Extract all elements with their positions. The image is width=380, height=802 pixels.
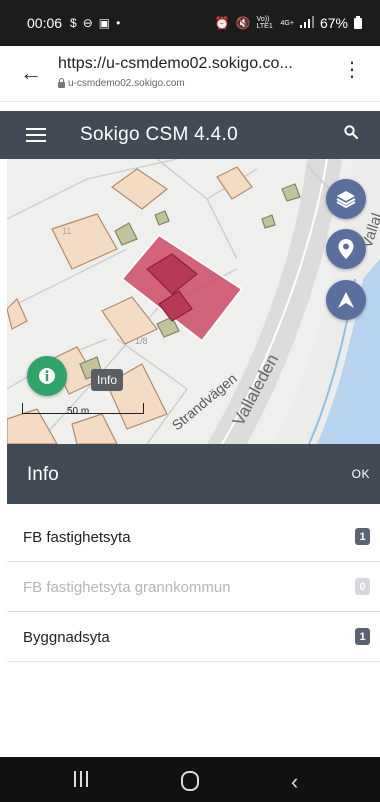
location-button[interactable] <box>326 229 366 269</box>
list-item-label: FB fastighetsyta grannkommun <box>23 579 231 596</box>
volte-icon: Vo)) LTE1 <box>256 16 273 30</box>
battery-icon <box>354 15 362 29</box>
building-3 <box>51 213 118 270</box>
scale-label: 50 m <box>67 406 90 417</box>
outbuilding-2 <box>154 210 170 226</box>
outbuilding-5 <box>281 183 301 202</box>
info-panel-title: Info <box>27 464 59 485</box>
map-pin-icon <box>338 239 354 259</box>
list-item-fb-fastighetsyta-grannkommun: FB fastighetsyta grannkommun 0 <box>7 562 380 612</box>
recent-apps-icon[interactable] <box>74 771 88 787</box>
back-icon[interactable]: ‹ <box>291 769 298 795</box>
browser-menu-icon[interactable]: ⋮ <box>342 60 362 80</box>
info-list: FB fastighetsyta 1 FB fastighetsyta gran… <box>7 512 380 662</box>
outbuilding-1 <box>114 222 138 246</box>
list-item-label: FB fastighetsyta <box>23 529 131 546</box>
url-text[interactable]: https://u-csmdemo02.sokigo.co... <box>58 55 293 73</box>
domain-text: u-csmdemo02.sokigo.com <box>68 78 185 89</box>
layers-button[interactable] <box>326 179 366 219</box>
info-icon <box>39 368 55 384</box>
building-4 <box>7 297 28 330</box>
list-item-fb-fastighetsyta[interactable]: FB fastighetsyta 1 <box>7 512 380 562</box>
layers-icon <box>336 191 356 209</box>
lock-icon <box>58 77 65 88</box>
dot-icon: • <box>116 16 121 30</box>
mute-icon: 🔇 <box>235 16 251 30</box>
status-bar: 00:06 $ ⊖ ▣ • ⏰ 🔇 Vo)) LTE1 4G+ 67% <box>0 0 380 46</box>
map-view[interactable]: Strandvägen Vallaleden Vallal 1/8 11 Inf… <box>7 159 380 444</box>
building-5 <box>101 296 158 345</box>
building-2 <box>216 166 253 200</box>
dollar-icon: $ <box>70 16 77 30</box>
count-badge: 0 <box>355 578 370 595</box>
building-1 <box>110 168 169 210</box>
list-item-byggnadsyta[interactable]: Byggnadsyta 1 <box>7 612 380 662</box>
system-navigation-bar: ‹ <box>0 757 380 802</box>
status-right-icons: ⏰ 🔇 Vo)) LTE1 4G+ 67% <box>215 15 362 31</box>
battery-percent: 67% <box>319 15 348 31</box>
hamburger-menu-icon[interactable] <box>26 128 46 142</box>
list-item-label: Byggnadsyta <box>23 629 110 646</box>
count-badge: 1 <box>355 528 370 545</box>
building-8 <box>7 408 58 444</box>
alarm-icon: ⏰ <box>214 16 230 30</box>
search-icon[interactable] <box>344 125 358 139</box>
domain-row: u-csmdemo02.sokigo.com <box>58 77 185 89</box>
app-title: Sokigo CSM 4.4.0 <box>80 124 238 145</box>
4g-icon: 4G+ <box>280 19 294 27</box>
app-header: Sokigo CSM 4.4.0 <box>0 111 380 159</box>
status-left-icons: $ ⊖ ▣ • <box>70 16 120 30</box>
parcel-number-2: 11 <box>62 226 71 236</box>
parcel-number: 1/8 <box>135 336 148 346</box>
status-time: 00:06 <box>27 15 63 31</box>
image-icon: ▣ <box>98 16 111 30</box>
browser-back-icon[interactable]: ← <box>20 60 42 86</box>
outbuilding-6 <box>261 214 276 229</box>
do-not-disturb-icon: ⊖ <box>82 16 93 30</box>
info-button[interactable] <box>27 356 67 396</box>
info-panel-header: Info OK <box>7 444 380 504</box>
home-icon[interactable] <box>181 771 199 791</box>
signal-icon <box>299 15 314 31</box>
count-badge: 1 <box>355 628 370 645</box>
navigation-arrow-icon <box>338 292 354 308</box>
building-9 <box>71 413 118 444</box>
browser-address-bar: ← https://u-csmdemo02.sokigo.co... u-csm… <box>0 46 380 102</box>
navigate-button[interactable] <box>326 280 366 320</box>
ok-button[interactable]: OK <box>352 467 370 481</box>
map-canvas[interactable]: Strandvägen Vallaleden Vallal 1/8 11 <box>7 159 380 444</box>
info-tooltip: Info <box>91 369 124 391</box>
